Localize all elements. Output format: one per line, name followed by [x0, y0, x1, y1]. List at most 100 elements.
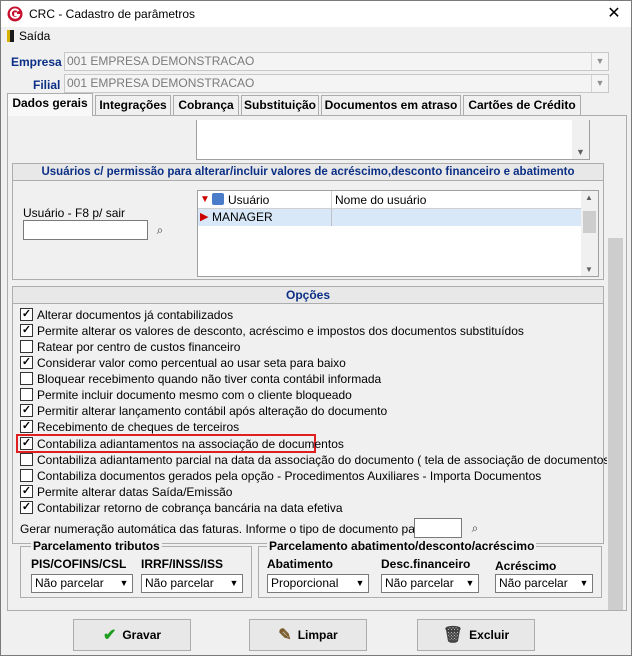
empresa-label: Empresa: [11, 55, 62, 69]
chevron-down-icon[interactable]: ▼: [116, 575, 132, 592]
checkbox-unchecked-icon[interactable]: [20, 372, 33, 385]
option-alterar-lancamento[interactable]: ✓ Permitir alterar lançamento contábil a…: [20, 403, 387, 418]
chevron-down-icon[interactable]: ▼: [591, 75, 608, 92]
filial-label: Filial: [33, 78, 61, 92]
filial-combo[interactable]: 001 EMPRESA DEMONSTRACAO ▼: [64, 74, 609, 93]
cell-user: MANAGER: [210, 209, 332, 226]
option-valor-percentual[interactable]: ✓ Considerar valor como percentual ao us…: [20, 355, 346, 370]
checkbox-checked-icon[interactable]: ✓: [20, 485, 33, 498]
option-alterar-datas[interactable]: ✓ Permite alterar datas Saída/Emissão: [20, 484, 232, 499]
save-button[interactable]: ✔ Gravar: [73, 619, 191, 651]
checkbox-unchecked-icon[interactable]: [20, 453, 33, 466]
row-indicator-icon: ▶: [200, 211, 209, 223]
option-label: Alterar documentos já contabilizados: [37, 307, 234, 322]
acrescimo-label: Acréscimo: [495, 559, 557, 573]
users-group-title: Usuários c/ permissão para alterar/inclu…: [13, 164, 603, 181]
binoculars-icon[interactable]: ⌕: [464, 518, 486, 538]
chevron-down-icon[interactable]: ▼: [591, 53, 608, 70]
grid-scrollbar[interactable]: ▲ ▼: [581, 191, 598, 276]
chevron-down-icon[interactable]: ▼: [352, 575, 368, 592]
clear-button-label: Limpar: [297, 628, 338, 642]
option-ratear-centro-custos[interactable]: Ratear por centro de custos financeiro: [20, 339, 240, 354]
tab-cartoes-de-credito[interactable]: Cartões de Crédito: [463, 95, 581, 115]
abatimento-select[interactable]: Proporcional ▼: [267, 574, 369, 593]
broom-icon: ✎: [278, 627, 292, 644]
checkbox-checked-icon[interactable]: ✓: [20, 308, 33, 321]
option-alterar-valores-substituidos[interactable]: ✓ Permite alterar os valores de desconto…: [20, 323, 524, 338]
chevron-down-icon[interactable]: ▼: [462, 575, 478, 592]
clear-button[interactable]: ✎ Limpar: [249, 619, 367, 651]
users-permission-group: Usuários c/ permissão para alterar/inclu…: [12, 163, 604, 280]
acrescimo-select[interactable]: Não parcelar ▼: [495, 574, 593, 593]
panel-scrollbar[interactable]: [607, 118, 624, 610]
desc-financeiro-value: Não parcelar: [385, 576, 454, 590]
chevron-down-icon[interactable]: ▼: [576, 147, 585, 157]
checkbox-unchecked-icon[interactable]: [20, 340, 33, 353]
trash-icon: 🗑: [442, 627, 464, 644]
menu-exit[interactable]: Saída: [7, 29, 50, 43]
pis-cofins-value: Não parcelar: [35, 576, 104, 590]
option-label: Contabiliza adiantamento parcial na data…: [37, 452, 617, 467]
desc-financeiro-select[interactable]: Não parcelar ▼: [381, 574, 479, 593]
grid-header-nome-label: Nome do usuário: [335, 193, 427, 207]
tab-cobranca[interactable]: Cobrança: [173, 95, 239, 115]
document-type-input[interactable]: [414, 518, 462, 538]
option-label: Recebimento de cheques de terceiros: [37, 419, 240, 434]
checkbox-checked-icon[interactable]: ✓: [20, 356, 33, 369]
chevron-up-icon[interactable]: ▲: [585, 193, 593, 202]
option-alterar-contabilizados[interactable]: ✓ Alterar documentos já contabilizados: [20, 307, 233, 322]
user-input[interactable]: [23, 220, 148, 240]
binoculars-icon[interactable]: ⌕: [149, 220, 171, 240]
memo-scrollbar[interactable]: ▼: [572, 120, 589, 159]
irrf-inss-label: IRRF/INSS/ISS: [141, 557, 224, 571]
pis-cofins-select[interactable]: Não parcelar ▼: [31, 574, 133, 593]
parcelamento-tributos-group: Parcelamento tributos PIS/COFINS/CSL Não…: [20, 539, 252, 598]
option-retorno-cobranca[interactable]: ✓ Contabilizar retorno de cobrança bancá…: [20, 500, 343, 515]
checkbox-checked-icon[interactable]: ✓: [20, 404, 33, 417]
grid-scrollbar-thumb[interactable]: [583, 211, 596, 233]
option-label: Contabilizar retorno de cobrança bancári…: [37, 500, 343, 515]
option-contabiliza-adiantamentos[interactable]: ✓ Contabiliza adiantamentos na associaçã…: [20, 436, 344, 451]
close-icon[interactable]: ✕: [597, 1, 631, 27]
option-adiantamento-parcial[interactable]: Contabiliza adiantamento parcial na data…: [20, 452, 617, 467]
panel-scrollbar-thumb[interactable]: [608, 238, 623, 610]
checkbox-unchecked-icon[interactable]: [20, 388, 33, 401]
parcelamento-tributos-title: Parcelamento tributos: [31, 539, 162, 553]
grid-header-nome[interactable]: Nome do usuário: [332, 191, 582, 209]
option-bloquear-recebimento[interactable]: Bloquear recebimento quando não tiver co…: [20, 371, 381, 386]
memo-field[interactable]: ▼: [196, 120, 590, 160]
chevron-down-icon[interactable]: ▼: [585, 265, 593, 274]
checkbox-checked-icon[interactable]: ✓: [20, 501, 33, 514]
checkbox-checked-icon[interactable]: ✓: [20, 437, 33, 450]
filial-value: 001 EMPRESA DEMONSTRACAO: [67, 76, 255, 90]
option-cheques-terceiros[interactable]: ✓ Recebimento de cheques de terceiros: [20, 419, 239, 434]
checkbox-checked-icon[interactable]: ✓: [20, 324, 33, 337]
option-label: Permite alterar os valores de desconto, …: [37, 323, 524, 338]
g-logo-icon: [7, 6, 23, 22]
checkmark-icon: ✔: [102, 627, 117, 644]
table-row[interactable]: ▶ MANAGER: [198, 209, 582, 226]
tab-substituicao[interactable]: Substituição: [241, 95, 319, 115]
checkbox-checked-icon[interactable]: ✓: [20, 420, 33, 433]
save-button-label: Gravar: [122, 628, 162, 642]
delete-button[interactable]: 🗑 Excluir: [417, 619, 535, 651]
option-cliente-bloqueado[interactable]: Permite incluir documento mesmo com o cl…: [20, 387, 352, 402]
options-group-title: Opções: [13, 287, 603, 304]
tab-panel-dados-gerais: ▼ Usuários c/ permissão para alterar/inc…: [7, 115, 627, 611]
checkbox-unchecked-icon[interactable]: [20, 469, 33, 482]
option-label: Ratear por centro de custos financeiro: [37, 339, 241, 354]
option-importa-documentos[interactable]: Contabiliza documentos gerados pela opçã…: [20, 468, 541, 483]
option-label: Contabiliza adiantamentos na associação …: [37, 436, 344, 451]
irrf-inss-value: Não parcelar: [145, 576, 214, 590]
chevron-down-icon[interactable]: ▼: [226, 575, 242, 592]
abatimento-value: Proporcional: [271, 576, 339, 590]
grid-header-usuario[interactable]: ▼ Usuário: [198, 191, 332, 209]
empresa-combo[interactable]: 001 EMPRESA DEMONSTRACAO ▼: [64, 52, 609, 71]
tab-documentos-em-atraso[interactable]: Documentos em atraso: [321, 95, 461, 115]
desc-financeiro-label: Desc.financeiro: [381, 557, 471, 571]
tab-dados-gerais[interactable]: Dados gerais: [7, 93, 93, 116]
numbering-label: Gerar numeração automática das faturas. …: [20, 522, 460, 536]
tab-integracoes[interactable]: Integrações: [95, 95, 171, 115]
chevron-down-icon[interactable]: ▼: [576, 575, 592, 592]
irrf-inss-select[interactable]: Não parcelar ▼: [141, 574, 243, 593]
